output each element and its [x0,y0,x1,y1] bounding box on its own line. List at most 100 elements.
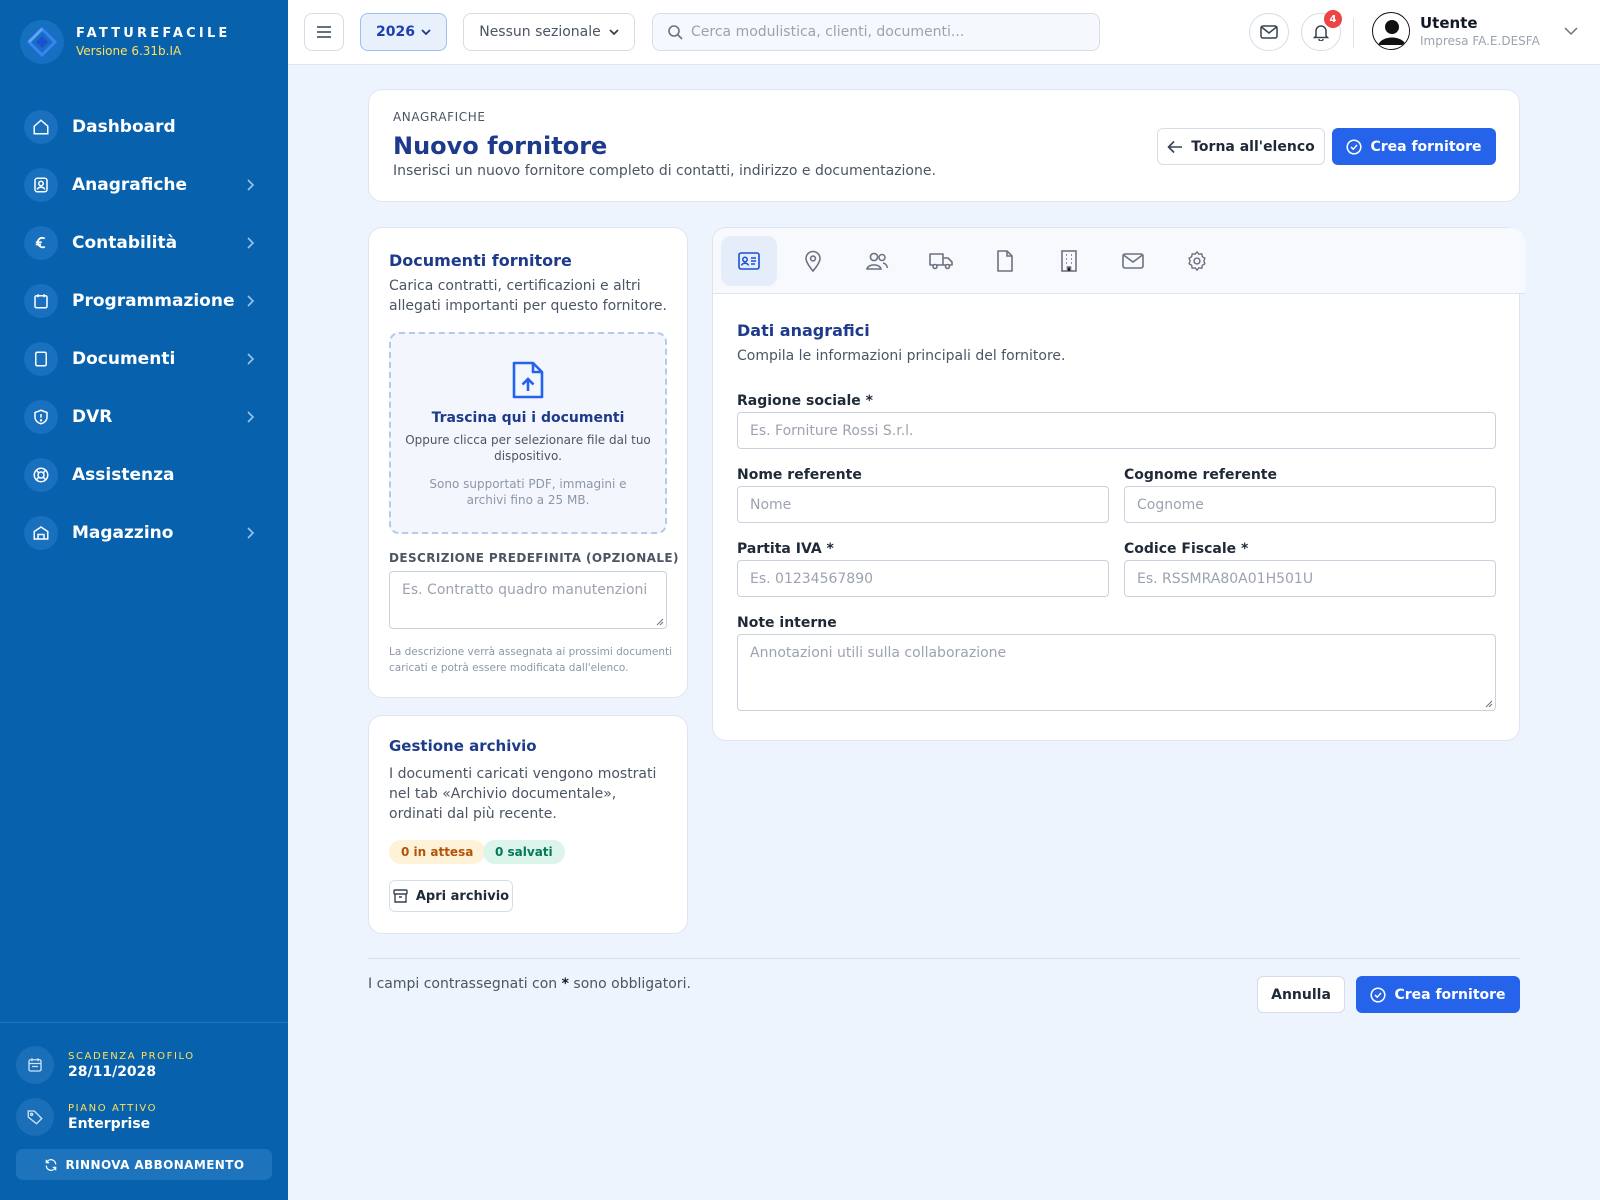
back-label: Torna all'elenco [1191,138,1315,155]
tab-documenti[interactable] [977,236,1033,286]
saved-badge: 0 salvati [483,840,565,864]
partita-iva-field[interactable]: Es. 01234567890 [737,560,1109,597]
tab-impostazioni[interactable] [1169,236,1225,286]
documents-description: Carica contratti, certificazioni e altri… [389,278,667,314]
file-dropzone[interactable]: Trascina qui i documenti Oppure clicca p… [389,332,667,534]
sidebar-item-anagrafiche[interactable]: Anagrafiche [24,156,264,214]
user-icon [1374,14,1409,49]
sidebar-item-dashboard[interactable]: Dashboard [24,98,264,156]
pending-badge: 0 in attesa [389,840,486,864]
refresh-icon [45,1158,56,1171]
documents-title: Documenti fornitore [389,251,572,270]
user-menu[interactable]: Utente Impresa FA.E.DESFA [1372,12,1578,50]
year-select[interactable]: 2026 [360,13,447,51]
notifications-button[interactable]: 4 [1301,10,1342,51]
default-description-field[interactable]: Es. Contratto quadro manutenzioni [389,571,667,629]
shield-icon [24,400,58,434]
sidebar-item-label: Magazzino [72,523,174,543]
users-icon [866,252,889,270]
messages-button[interactable] [1249,13,1289,51]
create-supplier-footer-button[interactable]: Crea fornitore [1356,976,1520,1013]
euro-icon [24,226,58,260]
sidebar-item-label: Programmazione [72,291,235,311]
required-asterisk: * [561,976,569,992]
home-icon [24,110,58,144]
chevron-right-icon [247,411,255,423]
chevron-right-icon [247,179,255,191]
chevron-down-icon [609,29,619,36]
resize-handle-icon[interactable] [656,618,664,626]
note-interne-field[interactable]: Annotazioni utili sulla collaborazione [737,634,1496,711]
open-archive-label: Apri archivio [415,888,510,904]
form-section-subtitle: Compila le informazioni principali del f… [737,348,1066,364]
sidebar-nav: Dashboard Anagrafiche Contabilità Progra… [24,98,264,562]
user-company: Impresa FA.E.DESFA [1420,34,1540,48]
tab-anagrafica[interactable] [721,236,777,286]
tab-indirizzo[interactable] [785,236,841,286]
calendar-icon [16,1046,54,1084]
logo-icon [20,20,64,64]
open-archive-button[interactable]: Apri archivio [389,880,513,912]
sidebar-item-documenti[interactable]: Documenti [24,330,264,388]
check-circle-icon [1370,986,1387,1003]
sidebar-item-assistenza[interactable]: Assistenza [24,446,264,504]
search-input[interactable]: Cerca modulistica, clienti, documenti... [652,13,1100,51]
sidebar-item-magazzino[interactable]: Magazzino [24,504,264,562]
tab-contatti[interactable] [849,236,905,286]
ragione-sociale-field[interactable]: Es. Forniture Rossi S.r.l. [737,412,1496,449]
cognome-referente-field[interactable]: Cognome [1124,486,1496,523]
chevron-down-icon [421,29,431,36]
tag-icon [16,1098,54,1136]
codice-fiscale-field[interactable]: Es. RSSMRA80A01H501U [1124,560,1496,597]
description-label: DESCRIZIONE PREDEFINITA (OPZIONALE) [389,551,679,565]
required-note-text: sono obbligatori. [573,976,691,992]
form-tabs [713,228,1525,294]
required-note-text: I campi contrassegnati con [368,976,558,992]
tab-email[interactable] [1105,236,1161,286]
nome-referente-label: Nome referente [737,467,862,483]
sezionale-select[interactable]: Nessun sezionale [463,13,635,51]
description-hint: La descrizione verrà assegnata ai prossi… [389,646,673,674]
divider [368,958,1520,959]
sidebar-item-label: Anagrafiche [72,175,188,195]
map-pin-icon [805,250,821,272]
menu-toggle-button[interactable] [304,13,344,51]
arrow-left-icon [1167,140,1183,153]
create-supplier-button[interactable]: Crea fornitore [1332,128,1496,165]
calendar-icon [24,284,58,318]
page-header: ANAGRAFICHE Nuovo fornitore Inserisci un… [368,89,1520,202]
file-icon [997,250,1013,272]
search-icon [668,25,683,40]
required-fields-note: I campi contrassegnati con * sono obblig… [368,976,691,992]
dropzone-title: Trascina qui i documenti [431,410,625,426]
active-plan: PIANO ATTIVO Enterprise [16,1098,157,1136]
archive-description: I documenti caricati vengono mostrati ne… [389,766,657,822]
sidebar: FATTUREFACILE Versione 6.31b.IA Dashboar… [0,0,288,1200]
cognome-referente-label: Cognome referente [1124,467,1277,483]
nome-referente-field[interactable]: Nome [737,486,1109,523]
sidebar-item-label: Dashboard [72,117,176,137]
sidebar-item-programmazione[interactable]: Programmazione [24,272,264,330]
chevron-right-icon [247,527,255,539]
back-to-list-button[interactable]: Torna all'elenco [1157,128,1325,165]
lifebuoy-icon [24,458,58,492]
supplier-documents-card: Documenti fornitore Carica contratti, ce… [368,227,688,698]
archive-card: Gestione archivio I documenti caricati v… [368,715,688,934]
supplier-form-card: Dati anagrafici Compila le informazioni … [712,227,1525,741]
tab-sede[interactable] [1041,236,1097,286]
brand-version: Versione 6.31b.IA [76,44,182,58]
cancel-button[interactable]: Annulla [1257,976,1345,1013]
codice-fiscale-label: Codice Fiscale * [1124,541,1249,557]
archive-title: Gestione archivio [389,737,537,755]
file-upload-icon [512,361,544,399]
truck-icon [929,253,953,270]
sidebar-item-contabilita[interactable]: Contabilità [24,214,264,272]
resize-handle-icon[interactable] [1485,700,1493,708]
tab-spedizioni[interactable] [913,236,969,286]
sidebar-item-dvr[interactable]: DVR [24,388,264,446]
note-placeholder: Annotazioni utili sulla collaborazione [750,645,1007,661]
brand[interactable]: FATTUREFACILE Versione 6.31b.IA [20,20,231,64]
renew-subscription-button[interactable]: RINNOVA ABBONAMENTO [16,1149,272,1180]
contact-card-icon [24,168,58,202]
archive-icon [393,889,408,903]
